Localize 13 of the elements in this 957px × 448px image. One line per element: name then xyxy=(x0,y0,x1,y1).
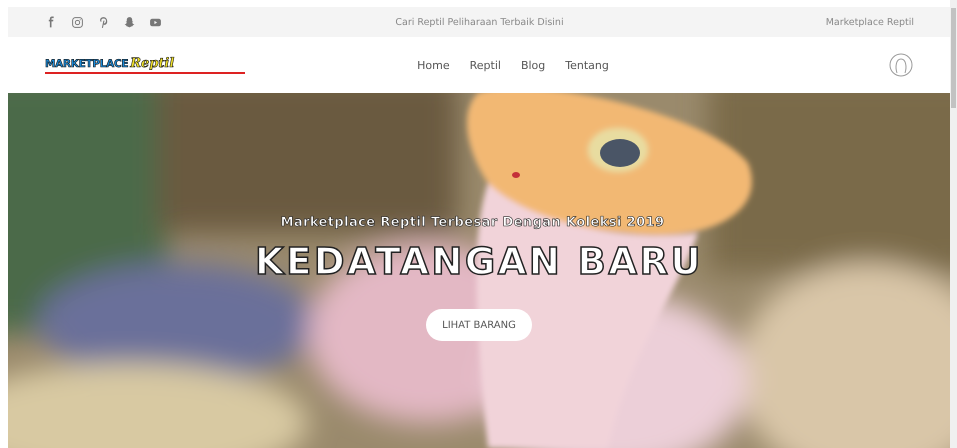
view-items-button[interactable]: LIHAT BARANG xyxy=(426,309,532,341)
instagram-icon[interactable] xyxy=(71,16,84,28)
video-icon[interactable] xyxy=(149,16,162,28)
nav-link[interactable]: Home xyxy=(417,58,450,72)
pinterest-icon[interactable] xyxy=(97,16,110,28)
scrollbar[interactable] xyxy=(950,0,957,448)
ghost-icon[interactable] xyxy=(123,16,136,28)
logo[interactable]: MARKETPLACEReptil xyxy=(45,56,245,74)
nav-link[interactable]: Tentang xyxy=(565,58,609,72)
user-icon[interactable] xyxy=(889,53,913,77)
nav-link[interactable]: Reptil xyxy=(470,58,501,72)
nav-link[interactable]: Blog xyxy=(520,58,546,72)
tagline: Cari Reptil Peliharaan Terbaik Disini xyxy=(395,16,564,28)
